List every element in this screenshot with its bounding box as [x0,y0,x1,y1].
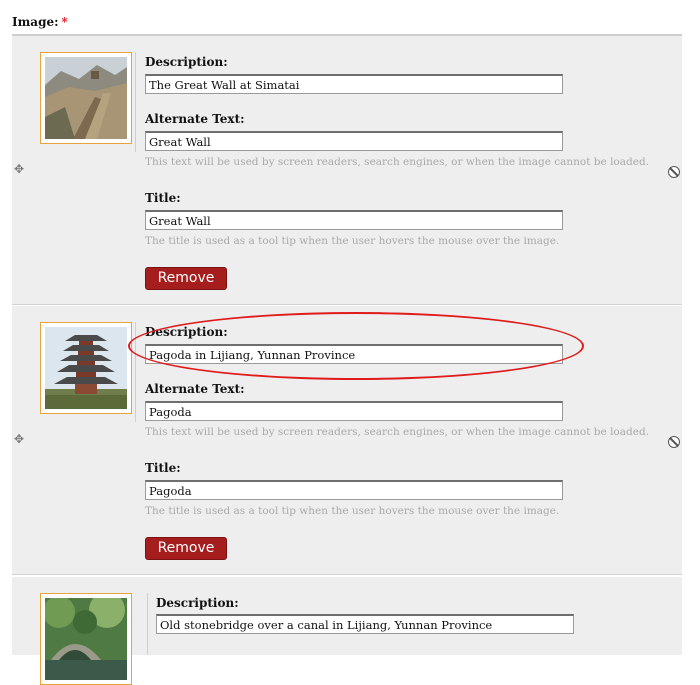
row-separator [147,593,148,655]
title-input[interactable] [145,480,563,500]
stone-bridge-photo [43,592,127,680]
image-row-3: Description: [12,577,682,685]
drag-handle-icon[interactable]: ✥ [14,433,24,445]
description-input[interactable] [156,614,574,634]
row-separator [135,322,136,422]
remove-button[interactable]: Remove [145,537,227,560]
image-label-text: Image: [12,15,59,29]
drag-handle-icon[interactable]: ✥ [14,163,24,175]
image-field-label: Image: * [12,15,68,29]
description-input[interactable] [145,74,563,94]
description-label: Description: [145,325,228,339]
alt-text-input[interactable] [145,131,563,151]
description-label: Description: [156,596,239,610]
image-thumbnail [40,322,132,414]
description-label: Description: [145,55,228,69]
pagoda-photo [45,327,127,409]
title-label: Title: [145,191,181,205]
row-separator [135,52,136,152]
title-label: Title: [145,461,181,475]
title-help: The title is used as a tool tip when the… [145,505,560,517]
image-thumbnail [40,52,132,144]
alt-text-label: Alternate Text: [145,112,245,126]
alt-text-help: This text will be used by screen readers… [145,156,650,168]
no-entry-icon[interactable] [668,436,680,448]
no-entry-icon[interactable] [668,166,680,178]
great-wall-photo [45,57,127,139]
title-input[interactable] [145,210,563,230]
alt-text-label: Alternate Text: [145,382,245,396]
required-marker: * [61,15,68,29]
description-input[interactable] [145,344,563,364]
alt-text-help: This text will be used by screen readers… [145,426,650,438]
alt-text-input[interactable] [145,401,563,421]
title-help: The title is used as a tool tip when the… [145,235,560,247]
remove-button[interactable]: Remove [145,267,227,290]
image-row-2: ✥ Description: Alternate Text: This text… [12,306,682,575]
image-row-1: ✥ Description: Alternate Text: This text… [12,36,682,305]
image-thumbnail [40,592,132,685]
